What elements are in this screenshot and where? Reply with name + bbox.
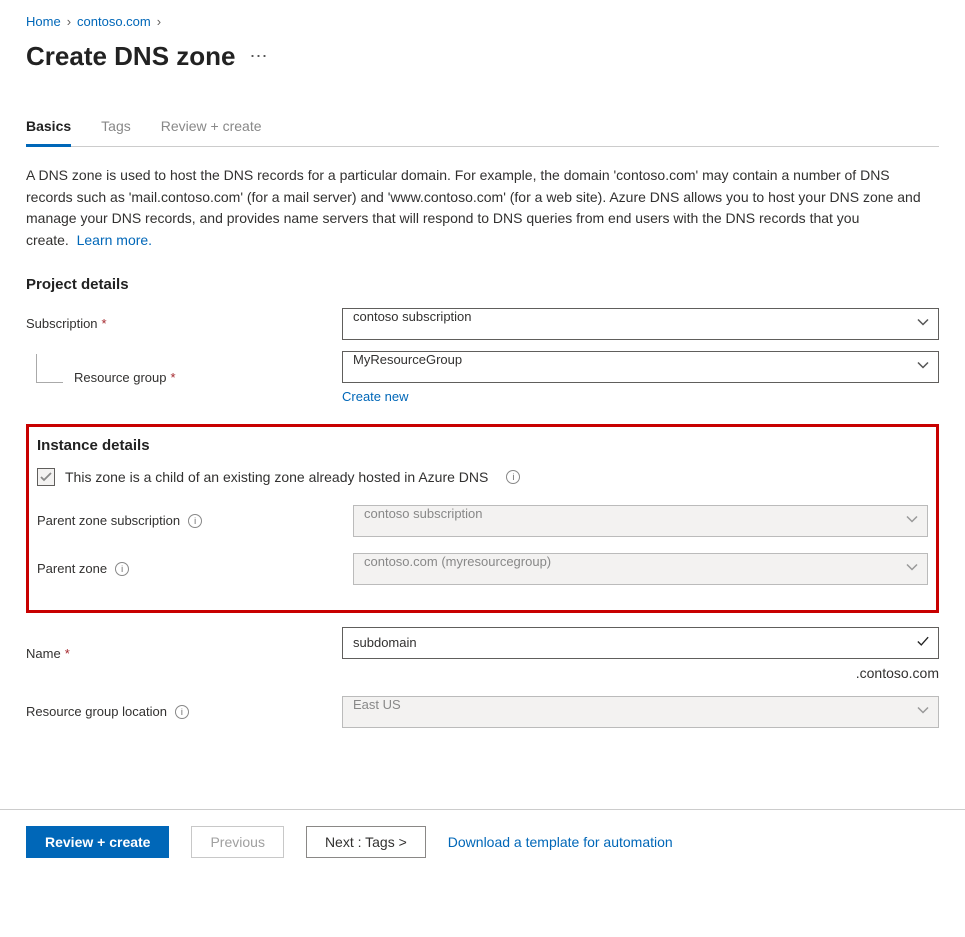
breadcrumb-item[interactable]: contoso.com — [77, 14, 151, 29]
chevron-right-icon: › — [157, 14, 161, 29]
child-zone-label: This zone is a child of an existing zone… — [65, 469, 488, 485]
tabs: Basics Tags Review + create — [26, 118, 939, 147]
parent-subscription-value: contoso subscription — [353, 505, 928, 537]
breadcrumb-home[interactable]: Home — [26, 14, 61, 29]
parent-subscription-label: Parent zone subscription — [37, 513, 180, 528]
previous-button: Previous — [191, 826, 283, 858]
location-select[interactable]: East US — [342, 696, 939, 728]
subscription-value: contoso subscription — [342, 308, 939, 340]
footer: Review + create Previous Next : Tags > D… — [0, 809, 965, 874]
name-label: Name — [26, 646, 61, 661]
info-icon[interactable]: i — [175, 705, 189, 719]
resource-group-select[interactable]: MyResourceGroup — [342, 351, 939, 383]
subscription-label: Subscription — [26, 316, 98, 331]
location-value: East US — [342, 696, 939, 728]
parent-subscription-select[interactable]: contoso subscription — [353, 505, 928, 537]
page-title: Create DNS zone — [26, 41, 236, 72]
location-label: Resource group location — [26, 704, 167, 719]
create-new-link[interactable]: Create new — [342, 389, 408, 404]
download-template-link[interactable]: Download a template for automation — [448, 834, 673, 850]
required-icon: * — [102, 316, 107, 331]
instance-details-highlight: Instance details This zone is a child of… — [26, 424, 939, 613]
name-input[interactable] — [342, 627, 939, 659]
next-button[interactable]: Next : Tags > — [306, 826, 426, 858]
tab-basics[interactable]: Basics — [26, 118, 71, 147]
info-icon[interactable]: i — [188, 514, 202, 528]
name-suffix: .contoso.com — [342, 665, 939, 681]
project-details-heading: Project details — [26, 276, 939, 293]
description-text: A DNS zone is used to host the DNS recor… — [26, 165, 939, 252]
tab-tags[interactable]: Tags — [101, 118, 131, 147]
learn-more-link[interactable]: Learn more. — [77, 232, 152, 248]
more-menu-button[interactable]: ⋯ — [250, 46, 269, 67]
review-create-button[interactable]: Review + create — [26, 826, 169, 858]
parent-zone-value: contoso.com (myresourcegroup) — [353, 553, 928, 585]
subscription-select[interactable]: contoso subscription — [342, 308, 939, 340]
tab-review-create[interactable]: Review + create — [161, 118, 262, 147]
instance-details-heading: Instance details — [37, 437, 928, 454]
chevron-right-icon: › — [67, 14, 71, 29]
info-icon[interactable]: i — [115, 562, 129, 576]
resource-group-value: MyResourceGroup — [342, 351, 939, 383]
child-zone-checkbox[interactable] — [37, 468, 55, 486]
parent-zone-label: Parent zone — [37, 561, 107, 576]
name-input-wrap — [342, 627, 939, 659]
required-icon: * — [65, 646, 70, 661]
parent-zone-select[interactable]: contoso.com (myresourcegroup) — [353, 553, 928, 585]
required-icon: * — [171, 370, 176, 385]
resource-group-label: Resource group — [74, 370, 167, 385]
breadcrumb: Home › contoso.com › — [26, 14, 939, 29]
info-icon[interactable]: i — [506, 470, 520, 484]
